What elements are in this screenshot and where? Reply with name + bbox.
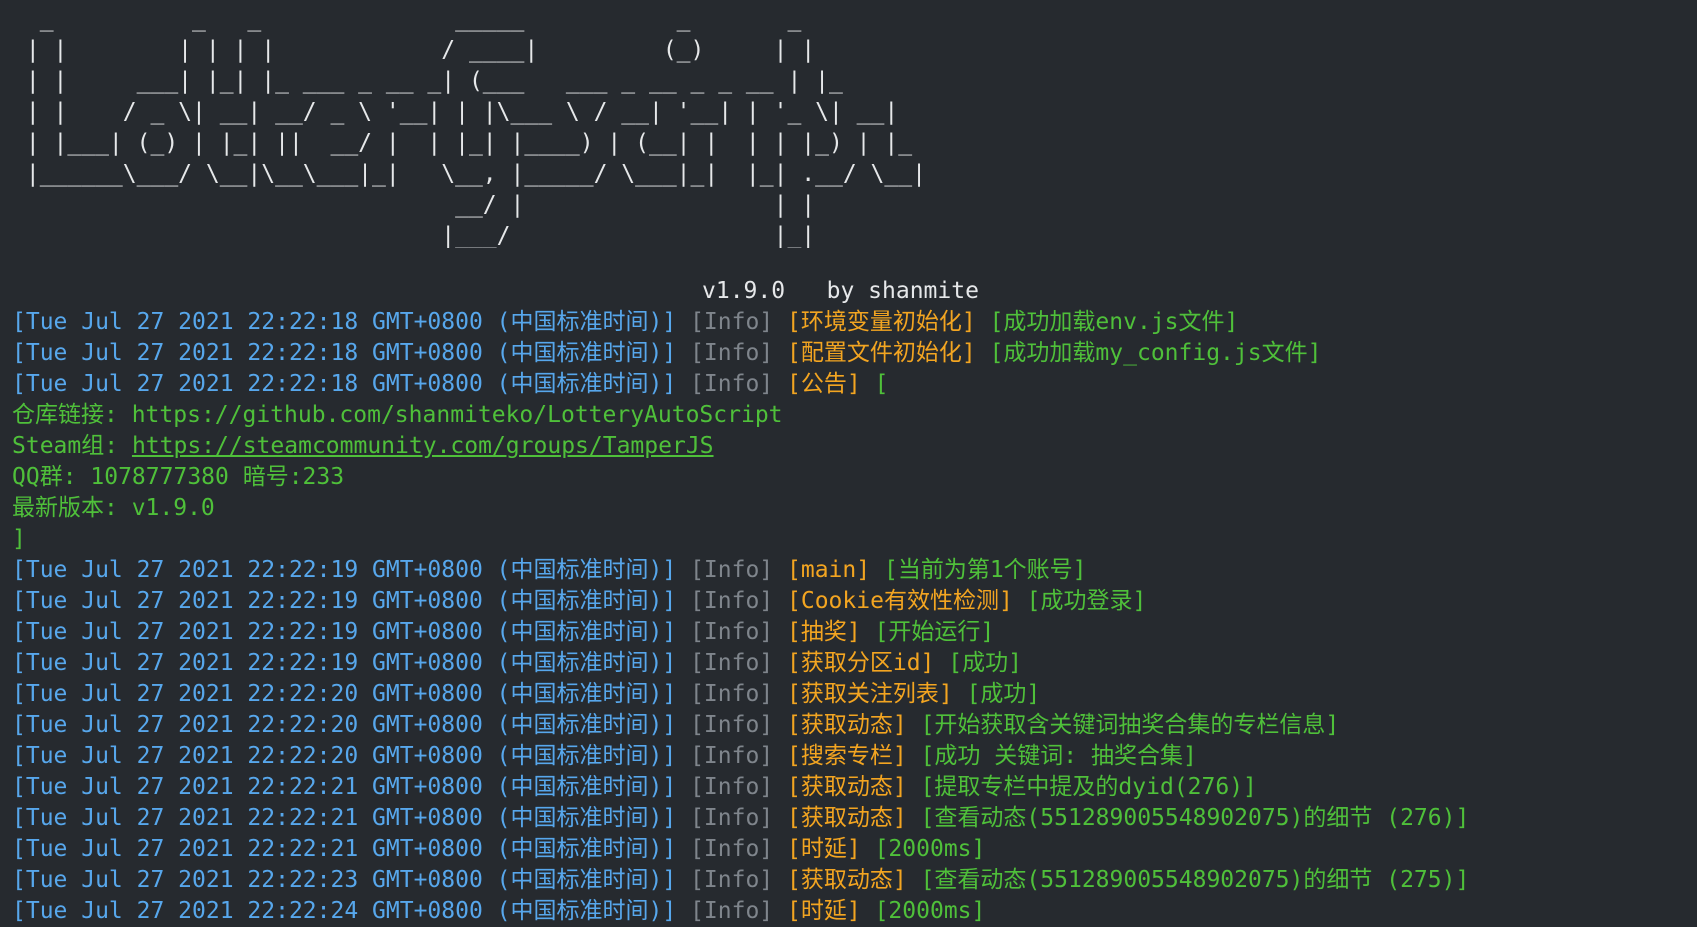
log-timestamp: [Tue Jul 27 2021 22:22:18 GMT+0800 (中国标准… xyxy=(12,309,677,335)
log-line: [Tue Jul 27 2021 22:22:19 GMT+0800 (中国标准… xyxy=(12,586,1697,617)
log-timestamp: [Tue Jul 27 2021 22:22:19 GMT+0800 (中国标准… xyxy=(12,619,677,645)
log-line: [Tue Jul 27 2021 22:22:21 GMT+0800 (中国标准… xyxy=(12,803,1697,834)
log-level: [Info] xyxy=(690,681,774,707)
log-line: [Tue Jul 27 2021 22:22:20 GMT+0800 (中国标准… xyxy=(12,679,1697,710)
log-line: [Tue Jul 27 2021 22:22:19 GMT+0800 (中国标准… xyxy=(12,555,1697,586)
log-timestamp: [Tue Jul 27 2021 22:22:19 GMT+0800 (中国标准… xyxy=(12,588,677,614)
log-level: [Info] xyxy=(690,650,774,676)
log-line: [Tue Jul 27 2021 22:22:19 GMT+0800 (中国标准… xyxy=(12,648,1697,679)
notice-repo-label: 仓库链接: xyxy=(12,402,132,428)
log-message: [成功加载my_config.js文件] xyxy=(989,340,1322,366)
log-timestamp: [Tue Jul 27 2021 22:22:18 GMT+0800 (中国标准… xyxy=(12,340,677,366)
log-line: [Tue Jul 27 2021 22:22:21 GMT+0800 (中国标准… xyxy=(12,772,1697,803)
log-tag: [获取动态] xyxy=(787,867,907,893)
log-level: [Info] xyxy=(690,309,774,335)
log-message: [查看动态(551289005548902075)的细节 (275)] xyxy=(920,867,1470,893)
log-tag: [公告] xyxy=(787,371,861,397)
log-tag: [获取动态] xyxy=(787,774,907,800)
log-message: [当前为第1个账号] xyxy=(883,557,1087,583)
log-level: [Info] xyxy=(690,619,774,645)
ascii-banner-logo: _ _ _ _____ _ _ | | | | | | / ____| (_) … xyxy=(25,6,926,248)
log-tag: [获取动态] xyxy=(787,712,907,738)
log-level: [Info] xyxy=(690,712,774,738)
log-level: [Info] xyxy=(690,774,774,800)
log-tag: [配置文件初始化] xyxy=(787,340,976,366)
log-timestamp: [Tue Jul 27 2021 22:22:20 GMT+0800 (中国标准… xyxy=(12,681,677,707)
log-line: [Tue Jul 27 2021 22:22:20 GMT+0800 (中国标准… xyxy=(12,710,1697,741)
repo-url: https://github.com/shanmiteko/LotteryAut… xyxy=(131,402,783,428)
log-timestamp: [Tue Jul 27 2021 22:22:19 GMT+0800 (中国标准… xyxy=(12,650,677,676)
log-line: [Tue Jul 27 2021 22:22:19 GMT+0800 (中国标准… xyxy=(12,617,1697,648)
log-message: [开始获取含关键词抽奖合集的专栏信息] xyxy=(920,712,1340,738)
log-line: [Tue Jul 27 2021 22:22:21 GMT+0800 (中国标准… xyxy=(12,834,1697,865)
log-level: [Info] xyxy=(690,898,774,924)
log-line: [Tue Jul 27 2021 22:22:18 GMT+0800 (中国标准… xyxy=(12,338,1697,369)
log-level: [Info] xyxy=(690,588,774,614)
log-tag: [时延] xyxy=(787,898,861,924)
log-line: [Tue Jul 27 2021 22:22:18 GMT+0800 (中国标准… xyxy=(12,369,1697,400)
log-tag: [Cookie有效性检测] xyxy=(787,588,1013,614)
log-tag: [获取关注列表] xyxy=(787,681,953,707)
log-tag: [环境变量初始化] xyxy=(787,309,976,335)
log-message: [提取专栏中提及的dyid(276)] xyxy=(920,774,1257,800)
log-line: [Tue Jul 27 2021 22:22:23 GMT+0800 (中国标准… xyxy=(12,865,1697,896)
log-message: [成功] xyxy=(948,650,1022,676)
log-message: [成功登录] xyxy=(1026,588,1147,614)
notice-repo-line: 仓库链接: https://github.com/shanmiteko/Lott… xyxy=(12,400,1697,431)
log-tag: [获取动态] xyxy=(787,805,907,831)
log-timestamp: [Tue Jul 27 2021 22:22:20 GMT+0800 (中国标准… xyxy=(12,743,677,769)
log-timestamp: [Tue Jul 27 2021 22:22:21 GMT+0800 (中国标准… xyxy=(12,836,677,862)
log-tag: [抽奖] xyxy=(787,619,861,645)
log-message: [开始运行] xyxy=(874,619,995,645)
log-message: [ xyxy=(874,371,889,397)
log-level: [Info] xyxy=(690,805,774,831)
log-tag: [获取分区id] xyxy=(787,650,935,676)
steam-group-link[interactable]: https://steamcommunity.com/groups/Tamper… xyxy=(132,433,714,459)
log-line: [Tue Jul 27 2021 22:22:18 GMT+0800 (中国标准… xyxy=(12,307,1697,338)
log-message: [成功] xyxy=(966,681,1041,707)
log-level: [Info] xyxy=(690,743,774,769)
log-message: [成功 关键词: 抽奖合集] xyxy=(920,743,1197,769)
log-message: [2000ms] xyxy=(874,898,986,924)
log-tag: [搜索专栏] xyxy=(787,743,907,769)
log-output: [Tue Jul 27 2021 22:22:18 GMT+0800 (中国标准… xyxy=(12,307,1697,927)
log-timestamp: [Tue Jul 27 2021 22:22:20 GMT+0800 (中国标准… xyxy=(12,712,677,738)
log-level: [Info] xyxy=(690,836,774,862)
notice-latest-version: 最新版本: v1.9.0 xyxy=(12,495,215,521)
log-timestamp: [Tue Jul 27 2021 22:22:21 GMT+0800 (中国标准… xyxy=(12,774,677,800)
log-timestamp: [Tue Jul 27 2021 22:22:23 GMT+0800 (中国标准… xyxy=(12,867,677,893)
log-level: [Info] xyxy=(690,371,774,397)
notice-steam-line: Steam组: https://steamcommunity.com/group… xyxy=(12,431,1697,462)
log-tag: [main] xyxy=(787,557,871,583)
notice-close-bracket: ] xyxy=(12,526,26,552)
log-timestamp: [Tue Jul 27 2021 22:22:24 GMT+0800 (中国标准… xyxy=(12,898,677,924)
log-timestamp: [Tue Jul 27 2021 22:22:19 GMT+0800 (中国标准… xyxy=(12,557,677,583)
version-label: v1.9.0 by shanmite xyxy=(702,278,979,304)
log-level: [Info] xyxy=(690,867,774,893)
log-level: [Info] xyxy=(690,340,774,366)
log-tag: [时延] xyxy=(787,836,861,862)
log-level: [Info] xyxy=(690,557,774,583)
notice-qq-line: QQ群: 1078777380 暗号:233 xyxy=(12,464,345,490)
notice-steam-label: Steam组: xyxy=(12,433,132,459)
log-line: [Tue Jul 27 2021 22:22:20 GMT+0800 (中国标准… xyxy=(12,741,1697,772)
terminal-window[interactable]: _ _ _ _____ _ _ | | | | | | / ____| (_) … xyxy=(0,0,1697,927)
log-line: [Tue Jul 27 2021 22:22:24 GMT+0800 (中国标准… xyxy=(12,896,1697,927)
log-message: [2000ms] xyxy=(874,836,986,862)
log-timestamp: [Tue Jul 27 2021 22:22:18 GMT+0800 (中国标准… xyxy=(12,371,677,397)
log-timestamp: [Tue Jul 27 2021 22:22:21 GMT+0800 (中国标准… xyxy=(12,805,677,831)
log-message: [成功加载env.js文件] xyxy=(989,309,1239,335)
log-message: [查看动态(551289005548902075)的细节 (276)] xyxy=(920,805,1470,831)
